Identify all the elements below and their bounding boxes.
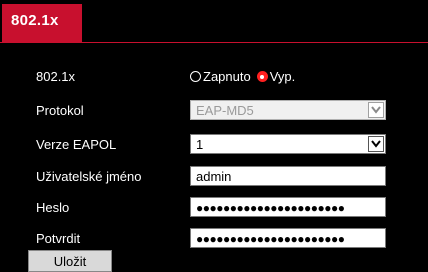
save-button[interactable]: Uložit [28, 250, 112, 272]
label-802-1x: 802.1x [36, 69, 76, 84]
confirm-password-field[interactable]: ●●●●●●●●●●●●●●●●●●●●●● [190, 228, 386, 248]
chevron-down-icon [368, 102, 384, 118]
eapol-value: 1 [196, 137, 204, 152]
password-field[interactable]: ●●●●●●●●●●●●●●●●●●●●●● [190, 197, 386, 217]
row-eapol: Verze EAPOL 1 [0, 134, 428, 156]
label-confirm: Potvrdit [36, 231, 81, 246]
row-protocol: Protokol EAP-MD5 [0, 100, 428, 122]
row-password: Heslo ●●●●●●●●●●●●●●●●●●●●●● [0, 197, 428, 219]
username-field[interactable]: admin [190, 166, 386, 186]
tab-802-1x[interactable]: 802.1x [2, 4, 82, 42]
radio-off-label[interactable]: Vyp. [270, 69, 296, 84]
chevron-down-icon [368, 136, 384, 152]
row-username: Uživatelské jméno admin [0, 166, 428, 188]
tab-bar: 802.1x [0, 0, 428, 43]
label-password: Heslo [36, 200, 70, 215]
label-eapol: Verze EAPOL [36, 137, 117, 152]
radio-on[interactable] [190, 71, 201, 82]
label-username: Uživatelské jméno [36, 169, 142, 184]
row-confirm: Potvrdit ●●●●●●●●●●●●●●●●●●●●●● [0, 228, 428, 250]
row-802-1x: 802.1x Zapnuto Vyp. [0, 66, 428, 88]
eapol-select[interactable]: 1 [190, 134, 386, 154]
radio-off[interactable] [256, 71, 268, 82]
enable-radio-group: Zapnuto Vyp. [190, 69, 301, 84]
label-protocol: Protokol [36, 103, 84, 118]
radio-on-label[interactable]: Zapnuto [203, 69, 251, 84]
protocol-select[interactable]: EAP-MD5 [190, 100, 386, 120]
protocol-value: EAP-MD5 [196, 103, 254, 118]
